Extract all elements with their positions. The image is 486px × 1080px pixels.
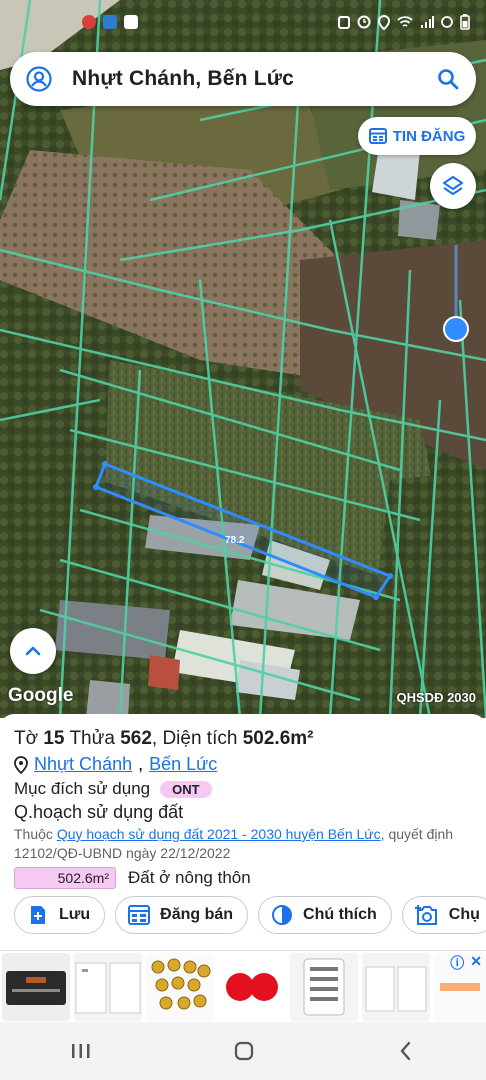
plan-area-chip: 502.6m² xyxy=(14,867,116,889)
sheet-number: 15 xyxy=(43,728,65,749)
ad-product-image[interactable] xyxy=(74,953,142,1021)
post-for-sale-button[interactable]: Đăng bán xyxy=(115,896,249,934)
ad-product-image[interactable] xyxy=(146,953,214,1021)
save-button[interactable]: Lưu xyxy=(14,896,106,934)
listings-label: TIN ĐĂNG xyxy=(392,127,466,145)
system-navigation-bar xyxy=(0,1022,486,1080)
save-label: Lưu xyxy=(59,906,91,923)
overlay-layer-label: QHSDĐ 2030 xyxy=(396,690,476,705)
lte-icon xyxy=(441,16,453,28)
plan-description: Thuộc Quy hoạch sử dụng đất 2021 - 2030 … xyxy=(14,825,472,863)
plan-title: Q.hoạch sử dụng đất xyxy=(14,802,184,822)
expand-sheet-button[interactable] xyxy=(10,628,56,674)
action-buttons: Lưu Đăng bán Chú thích Chụ xyxy=(14,896,486,934)
purpose-code-badge[interactable]: ONT xyxy=(160,780,212,798)
wifi-icon xyxy=(397,15,413,27)
commune-link[interactable]: Nhựt Chánh xyxy=(34,754,132,775)
plot-label: Thửa xyxy=(69,728,115,749)
ad-product-image[interactable] xyxy=(218,953,286,1021)
listing-icon xyxy=(128,905,151,925)
plot-number: 562 xyxy=(120,728,152,749)
add-photo-icon xyxy=(414,905,437,925)
search-query[interactable]: Nhựt Chánh, Bến Lức xyxy=(52,67,436,91)
ad-close-icon[interactable]: ✕ xyxy=(470,953,482,973)
chevron-up-icon xyxy=(25,646,41,656)
add-note-icon xyxy=(31,906,45,924)
location-pin-icon xyxy=(14,755,28,774)
search-icon[interactable] xyxy=(436,67,460,91)
alarm-icon xyxy=(338,16,350,29)
layers-icon xyxy=(443,176,463,195)
back-icon[interactable] xyxy=(396,1040,416,1062)
legend-button[interactable]: Chú thích xyxy=(258,896,392,934)
ad-info-icon[interactable]: ⓘ xyxy=(450,953,464,973)
ad-product-image[interactable] xyxy=(362,953,430,1021)
location-icon xyxy=(378,14,390,30)
signal-icon xyxy=(421,16,434,28)
parcel-location: Nhựt Chánh, Bến Lức xyxy=(14,754,472,775)
clock-icon xyxy=(357,15,371,29)
capture-button[interactable]: Chụ xyxy=(401,896,486,934)
app-notification-icon xyxy=(82,15,96,29)
parcel-info-sheet: Tờ 15 Thửa 562, Diện tích 502.6m² Nhựt C… xyxy=(0,714,486,946)
area-label: , Diện tích xyxy=(151,728,238,749)
purpose-label: Mục đích sử dụng xyxy=(14,779,151,798)
post-label: Đăng bán xyxy=(160,906,234,923)
area-value: 502.6m² xyxy=(242,728,314,749)
message-icon xyxy=(124,15,138,29)
ad-product-image[interactable] xyxy=(2,953,70,1021)
ad-controls: ⓘ ✕ xyxy=(450,953,482,973)
google-logo: Google xyxy=(8,685,74,706)
battery-icon xyxy=(460,14,470,30)
account-icon[interactable] xyxy=(26,66,52,92)
home-icon[interactable] xyxy=(233,1040,255,1062)
satellite-imagery xyxy=(0,0,486,718)
recent-apps-icon[interactable] xyxy=(70,1041,92,1061)
plan-desc-prefix: Thuộc xyxy=(14,826,53,842)
plan-link[interactable]: Quy hoạch sử dụng đất 2021 - 2030 huyện … xyxy=(57,826,381,842)
capture-label: Chụ xyxy=(448,906,480,923)
listings-button[interactable]: TIN ĐĂNG xyxy=(358,117,476,155)
parcel-edge-length-label: 78.2 xyxy=(225,535,245,546)
listings-icon xyxy=(368,128,387,144)
search-bar[interactable]: Nhựt Chánh, Bến Lức xyxy=(10,52,476,106)
plan-area-row: 502.6m² Đất ở nông thôn xyxy=(14,867,472,889)
ad-product-image[interactable] xyxy=(290,953,358,1021)
location-separator: , xyxy=(138,754,144,774)
land-use-purpose: Mục đích sử dụng ONT xyxy=(14,779,472,799)
sheet-label: Tờ xyxy=(14,728,39,749)
status-bar xyxy=(0,0,486,44)
contrast-icon xyxy=(272,905,293,925)
parcel-title: Tờ 15 Thửa 562, Diện tích 502.6m² xyxy=(14,726,472,752)
tv-icon xyxy=(103,15,117,29)
satellite-map[interactable]: 78.2 Nhựt Chánh, Bến Lức TIN ĐĂNG Google… xyxy=(0,0,486,718)
layers-button[interactable] xyxy=(430,163,476,209)
plan-area-label: Đất ở nông thôn xyxy=(128,868,251,887)
district-link[interactable]: Bến Lức xyxy=(149,754,217,775)
legend-label: Chú thích xyxy=(303,906,377,923)
ad-banner[interactable]: ⓘ ✕ xyxy=(0,950,486,1022)
